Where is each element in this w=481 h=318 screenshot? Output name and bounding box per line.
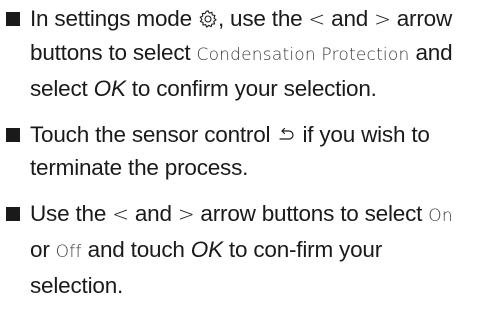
right-arrow-symbol: > bbox=[374, 7, 391, 31]
instruction-list: In settings mode , use the < and > arrow… bbox=[6, 2, 477, 302]
gear-icon bbox=[198, 9, 218, 29]
instruction-page: In settings mode , use the < and > arrow… bbox=[0, 2, 481, 318]
instruction-item-3: Use the < and > arrow buttons to select … bbox=[6, 197, 477, 302]
text: Use the bbox=[30, 201, 113, 226]
text: and bbox=[325, 6, 375, 31]
text: , use the bbox=[217, 6, 309, 31]
text: In settings mode bbox=[30, 6, 198, 31]
display-text-off: Off bbox=[55, 242, 82, 262]
text: arrow buttons to select bbox=[194, 201, 429, 226]
text: and bbox=[128, 201, 178, 226]
text: or bbox=[30, 237, 56, 262]
ok-label: OK bbox=[93, 76, 126, 101]
bullet-square-icon bbox=[6, 207, 20, 221]
bullet-square-icon bbox=[6, 128, 20, 142]
display-text-on: On bbox=[428, 206, 453, 226]
left-arrow-symbol: < bbox=[112, 202, 129, 226]
text: Touch the sensor control bbox=[30, 122, 277, 147]
left-arrow-symbol: < bbox=[308, 7, 326, 31]
ok-label: OK bbox=[190, 237, 223, 262]
right-arrow-symbol: > bbox=[177, 202, 195, 226]
text: to confirm your selection. bbox=[125, 76, 377, 101]
text: and touch bbox=[81, 237, 191, 262]
back-arrow-icon bbox=[276, 125, 296, 145]
display-text-condensation-protection: Condensation Protection bbox=[196, 45, 410, 65]
bullet-square-icon bbox=[6, 12, 20, 26]
instruction-item-1: In settings mode , use the < and > arrow… bbox=[6, 2, 477, 105]
instruction-item-2: Touch the sensor control if you wish to … bbox=[6, 118, 477, 184]
